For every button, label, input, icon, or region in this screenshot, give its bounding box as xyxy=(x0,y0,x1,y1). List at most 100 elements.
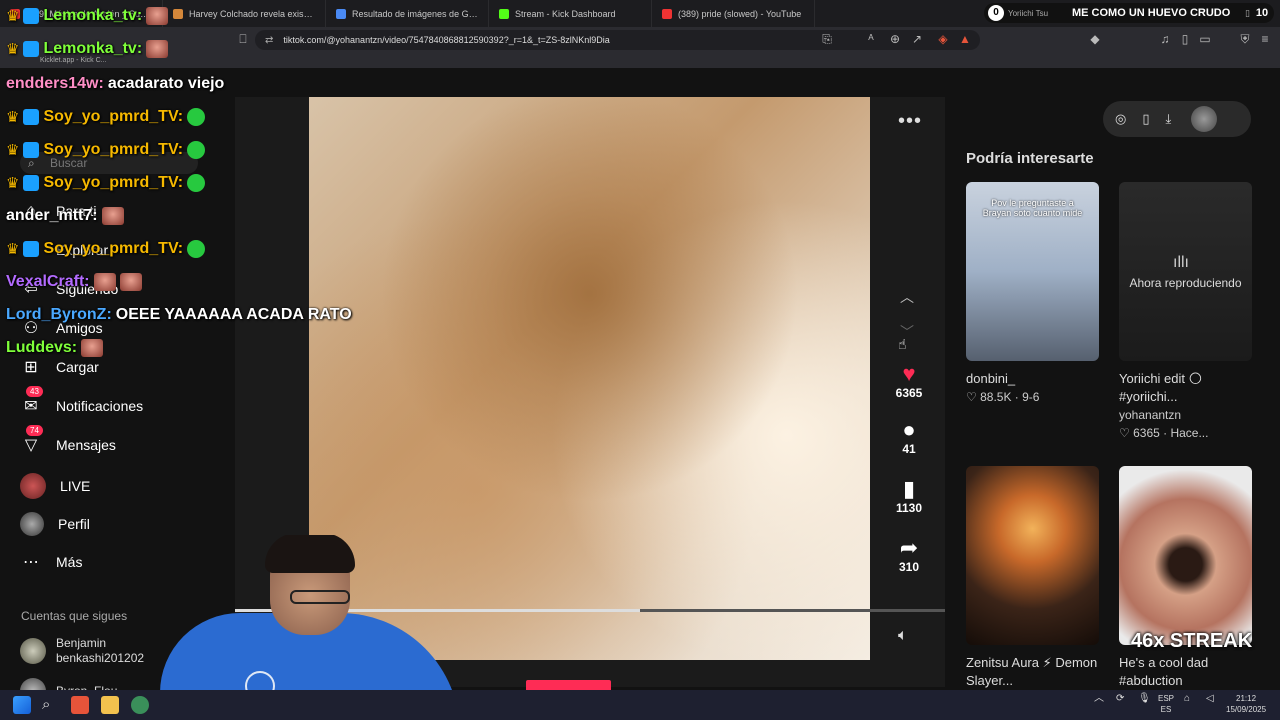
tray-app-icon[interactable]: ⟳ xyxy=(1116,693,1124,704)
network-icon[interactable]: ⌂ xyxy=(1184,693,1190,704)
suggested-video-thumbnail[interactable]: Pov le preguntaste a Brayan soto cuanto … xyxy=(966,182,1099,361)
goal-target: 10 xyxy=(1255,7,1269,19)
subscriber-badge-icon xyxy=(23,241,40,257)
goal-current: 0 xyxy=(988,5,1004,21)
more-options-icon[interactable]: ••• xyxy=(898,110,922,133)
video-title[interactable]: He's a cool dad #abduction xyxy=(1119,654,1259,690)
suggested-video-meta: Zenitsu Aura ⚡ Demon Slayer... xyxy=(966,654,1106,690)
clock[interactable]: 21:12 15/09/2025 xyxy=(1226,693,1266,715)
chat-username[interactable]: VexalCraft: xyxy=(6,273,90,291)
file-explorer-icon[interactable] xyxy=(101,696,119,714)
vpn-icon[interactable]: ⛨ xyxy=(1238,32,1252,46)
download-icon[interactable]: ⤓ xyxy=(1166,111,1172,127)
browser-tab[interactable]: (389) pride (slowed) - YouTube xyxy=(652,0,815,27)
sidebar-item-m-s[interactable]: ⋯ Más xyxy=(20,551,82,573)
bookmark-item[interactable]: Kicklet.app - Kick C... xyxy=(40,57,107,64)
chat-message: ♛ Lemonka_tv: xyxy=(6,7,169,25)
heart-icon: ♥ xyxy=(902,361,916,386)
zoom-icon[interactable]: ⊕ xyxy=(888,32,902,46)
volume-icon[interactable]: 🔈︎ xyxy=(898,627,908,645)
cursor-hand-icon: ☝ xyxy=(898,336,907,352)
music-icon[interactable]: ♫ xyxy=(1158,32,1172,46)
chat-username[interactable]: Lord_ByronZ: xyxy=(6,306,112,324)
share-button[interactable]: ➦ 310 xyxy=(893,536,925,575)
comment-count: 41 xyxy=(902,442,916,456)
suggested-video-meta: Yoriichi edit 🌕 #yoriichi... yohanantzn … xyxy=(1119,370,1259,442)
translate-icon[interactable]: ᴬ xyxy=(864,32,878,46)
suggestions-title: Podría interesarte xyxy=(966,150,1094,167)
sidebar-item-perfil[interactable]: Perfil xyxy=(20,512,90,536)
site-settings-icon[interactable]: ⇄ xyxy=(265,35,273,46)
following-title: Cuentas que sigues xyxy=(21,609,128,623)
rewards-icon[interactable]: ▲ xyxy=(958,32,972,46)
tab-favicon-icon xyxy=(499,8,509,19)
subscriber-badge-icon xyxy=(23,142,40,158)
chat-username[interactable]: ander_mtt7: xyxy=(6,207,98,225)
volume-icon[interactable]: ◁ xyxy=(1206,693,1214,704)
chat-username[interactable]: Lemonka_tv: xyxy=(43,7,142,25)
chat-username[interactable]: Soy_yo_pmrd_TV: xyxy=(43,174,183,192)
phone-icon[interactable]: ▯ xyxy=(1142,111,1149,127)
chat-text: acadarato viejo xyxy=(107,75,225,92)
chat-username[interactable]: endders14w: xyxy=(6,75,104,93)
profile-avatar[interactable] xyxy=(1191,106,1218,132)
reader-icon[interactable]: ⎘ xyxy=(820,32,834,46)
mic-icon[interactable]: 🎙︎ xyxy=(1138,693,1151,704)
extensions-icon[interactable]: ◆ xyxy=(1088,32,1102,46)
glasses-icon xyxy=(290,590,350,604)
crown-badge-icon: ♛ xyxy=(6,175,20,192)
browser-tab[interactable]: Stream - Kick Dashboard xyxy=(489,0,652,27)
share-icon[interactable]: ↗ xyxy=(910,32,924,46)
sidebar-item-mensajes[interactable]: ▽ 74 Mensajes xyxy=(20,425,116,456)
video-author[interactable]: yohanantzn xyxy=(1119,406,1259,424)
video-author[interactable]: donbini_ xyxy=(966,370,1106,388)
browser-tab[interactable]: Harvey Colchado revela existencia d xyxy=(163,0,326,27)
tab-title-overflow: Yoriichi Tsu xyxy=(1008,8,1049,18)
subscriber-badge-icon xyxy=(23,41,40,57)
search-icon[interactable]: ⌕ xyxy=(42,696,60,714)
sidebar-item-live[interactable]: LIVE xyxy=(20,473,90,499)
sidebar-item-label: Mensajes xyxy=(56,437,116,453)
chat-message: ♛ Soy_yo_pmrd_TV: xyxy=(6,141,206,159)
crown-badge-icon: ♛ xyxy=(6,142,20,159)
chat-username[interactable]: Lemonka_tv: xyxy=(43,40,142,58)
brave-browser-icon[interactable] xyxy=(71,696,89,714)
bookmarks-bar: Kicklet.app - Kick C... xyxy=(0,54,1280,68)
video-title[interactable]: Zenitsu Aura ⚡ Demon Slayer... xyxy=(966,654,1106,690)
tray-chevron-icon[interactable]: ︿ xyxy=(1094,693,1104,704)
coins-icon[interactable]: ◎ xyxy=(1115,111,1126,127)
tab-close-icon[interactable]: ▯ xyxy=(1245,8,1250,19)
app-icon[interactable] xyxy=(131,696,149,714)
menu-icon[interactable]: ≡ xyxy=(1258,32,1272,46)
chat-username[interactable]: Soy_yo_pmrd_TV: xyxy=(43,240,183,258)
chat-message: Luddevs: xyxy=(6,339,104,357)
chat-username[interactable]: Soy_yo_pmrd_TV: xyxy=(43,141,183,159)
comment-button[interactable]: ● 41 xyxy=(893,418,925,457)
crown-badge-icon: ♛ xyxy=(6,8,20,25)
green-emote-icon xyxy=(187,240,206,258)
wallet-icon[interactable]: ▭ xyxy=(1198,32,1212,46)
tab-label: (389) pride (slowed) - YouTube xyxy=(678,8,802,19)
chat-username[interactable]: Luddevs: xyxy=(6,339,77,357)
sidebar-item-label: LIVE xyxy=(60,478,91,494)
suggested-video-thumbnail[interactable] xyxy=(966,466,1099,645)
like-button[interactable]: ♥ 6365 xyxy=(893,361,925,401)
video-playing-indicator xyxy=(526,680,611,690)
clock-time: 21:12 xyxy=(1236,694,1257,703)
sidebar-item-cargar[interactable]: ⊞ Cargar xyxy=(20,356,99,378)
sidebar-item-notificaciones[interactable]: ✉ 43 Notificaciones xyxy=(20,386,143,417)
chat-username[interactable]: Soy_yo_pmrd_TV: xyxy=(43,108,183,126)
windows-start-icon[interactable] xyxy=(13,696,31,714)
browser-tab[interactable]: Resultado de imágenes de Google xyxy=(326,0,489,27)
suggested-video-thumbnail[interactable] xyxy=(1119,466,1252,645)
suggested-video-thumbnail[interactable]: ıllı Ahora reproduciendo xyxy=(1119,182,1252,361)
language-indicator[interactable]: ESP ES xyxy=(1158,693,1174,715)
brave-shield-icon[interactable]: ◈ xyxy=(936,32,950,46)
bookmark-icon[interactable]: ⎕ xyxy=(236,32,250,46)
sidebar-icon[interactable]: ▯ xyxy=(1178,32,1192,46)
video-title[interactable]: Yoriichi edit 🌕 #yoriichi... xyxy=(1119,370,1259,406)
chevron-up-icon[interactable]: ︿ xyxy=(900,287,914,307)
save-button[interactable]: ▮ 1130 xyxy=(893,477,925,516)
following-account[interactable]: Benjamin benkashi201202 xyxy=(20,636,144,666)
thumbnail-caption: Pov le preguntaste a Brayan soto cuanto … xyxy=(982,198,1083,218)
